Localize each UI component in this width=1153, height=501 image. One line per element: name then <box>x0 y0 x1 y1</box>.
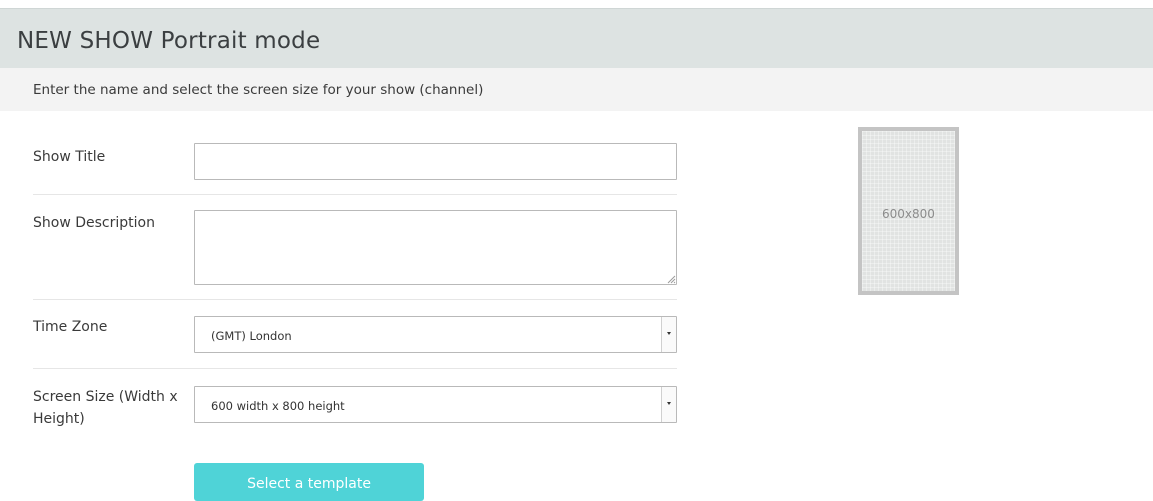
caret-down-icon <box>667 402 671 405</box>
select-template-button[interactable]: Select a template <box>194 463 424 501</box>
form-divider <box>33 368 677 369</box>
resize-grip-icon[interactable] <box>667 275 676 284</box>
new-show-page: NEW SHOW Portrait mode Enter the name an… <box>0 0 1153 501</box>
page-header: NEW SHOW Portrait mode <box>0 8 1153 68</box>
time-zone-selected-value: (GMT) London <box>211 329 292 343</box>
time-zone-select[interactable]: (GMT) London <box>194 316 677 353</box>
show-description-wrapper <box>194 210 677 285</box>
screen-size-preview: 600x800 <box>858 127 959 295</box>
page-title: NEW SHOW Portrait mode <box>17 28 321 54</box>
page-instructions: Enter the name and select the screen siz… <box>33 82 484 98</box>
show-title-label: Show Title <box>33 149 106 165</box>
show-description-label: Show Description <box>33 215 155 231</box>
screen-size-dropdown-toggle[interactable] <box>661 387 676 422</box>
show-description-textarea[interactable] <box>194 210 677 285</box>
page-subheader: Enter the name and select the screen siz… <box>0 68 1153 111</box>
screen-size-selected-value: 600 width x 800 height <box>211 399 345 413</box>
form-divider <box>33 299 677 300</box>
caret-down-icon <box>667 332 671 335</box>
screen-size-select[interactable]: 600 width x 800 height <box>194 386 677 423</box>
form-divider <box>33 194 677 195</box>
show-title-input[interactable] <box>194 143 677 180</box>
time-zone-dropdown-toggle[interactable] <box>661 317 676 352</box>
time-zone-label: Time Zone <box>33 319 108 335</box>
preview-size-label: 600x800 <box>882 207 935 221</box>
screen-size-label: Screen Size (Width x Height) <box>33 389 178 427</box>
